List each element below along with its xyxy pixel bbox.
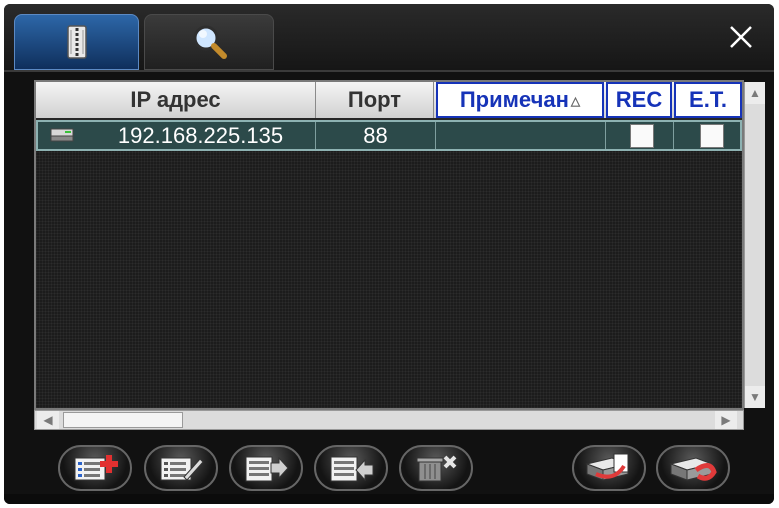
tab-address-book[interactable] (14, 14, 139, 70)
port-cell: 88 (316, 122, 436, 149)
scroll-up-button[interactable]: ▲ (745, 82, 765, 104)
note-cell (436, 122, 606, 149)
tab-bar (4, 4, 774, 72)
close-icon (726, 22, 756, 52)
rec-cell (606, 122, 674, 149)
rec-checkbox[interactable] (630, 124, 654, 148)
et-checkbox[interactable] (700, 124, 724, 148)
connect-device-button[interactable] (572, 445, 646, 491)
horizontal-scrollbar[interactable]: ◀ ▶ (34, 410, 744, 430)
delete-device-button[interactable] (399, 445, 473, 491)
ip-address-cell: 192.168.225.135 (86, 122, 316, 149)
device-list: IP адрес Порт Примечан△ REC E.T. 192.16 (34, 80, 765, 410)
close-button[interactable] (726, 22, 756, 52)
row-icon-cell (38, 122, 86, 149)
import-list-button[interactable] (314, 445, 388, 491)
table-body: 192.168.225.135 88 (36, 120, 742, 408)
column-header-ip[interactable]: IP адрес (36, 82, 316, 118)
column-header-ip-label: IP адрес (130, 87, 221, 112)
address-book-window: IP адрес Порт Примечан△ REC E.T. 192.16 (4, 4, 774, 504)
scroll-left-icon: ◀ (43, 413, 53, 427)
column-header-rec[interactable]: REC (606, 82, 672, 118)
column-header-port[interactable]: Порт (316, 82, 434, 118)
scroll-up-icon: ▲ (749, 86, 761, 100)
column-header-note-label: Примечан (459, 87, 569, 112)
et-cell (674, 122, 744, 149)
edit-device-button[interactable] (144, 445, 218, 491)
dvr-device-icon (49, 124, 75, 149)
table-header: IP адрес Порт Примечан △ REC E.T. (36, 82, 742, 118)
sort-ascending-icon: △ (570, 94, 581, 109)
column-header-et[interactable]: E.T. (674, 82, 742, 118)
column-header-rec-label: REC (615, 87, 663, 112)
tab-search[interactable] (144, 14, 274, 70)
column-header-note[interactable]: Примечан △ (436, 82, 604, 118)
export-list-button[interactable] (229, 445, 303, 491)
scroll-down-button[interactable]: ▼ (745, 386, 765, 408)
scroll-right-button[interactable]: ▶ (715, 411, 737, 429)
column-header-port-label: Порт (347, 87, 402, 112)
scroll-right-icon: ▶ (721, 413, 731, 427)
vertical-scrollbar[interactable]: ▲ ▼ (744, 82, 765, 408)
add-device-button[interactable] (58, 445, 132, 491)
disconnect-device-button[interactable] (656, 445, 730, 491)
table-row[interactable]: 192.168.225.135 88 (36, 120, 742, 151)
scroll-left-button[interactable]: ◀ (37, 411, 59, 429)
scroll-down-icon: ▼ (749, 390, 761, 404)
horizontal-scroll-thumb[interactable] (63, 412, 183, 428)
column-header-et-label: E.T. (689, 87, 727, 112)
